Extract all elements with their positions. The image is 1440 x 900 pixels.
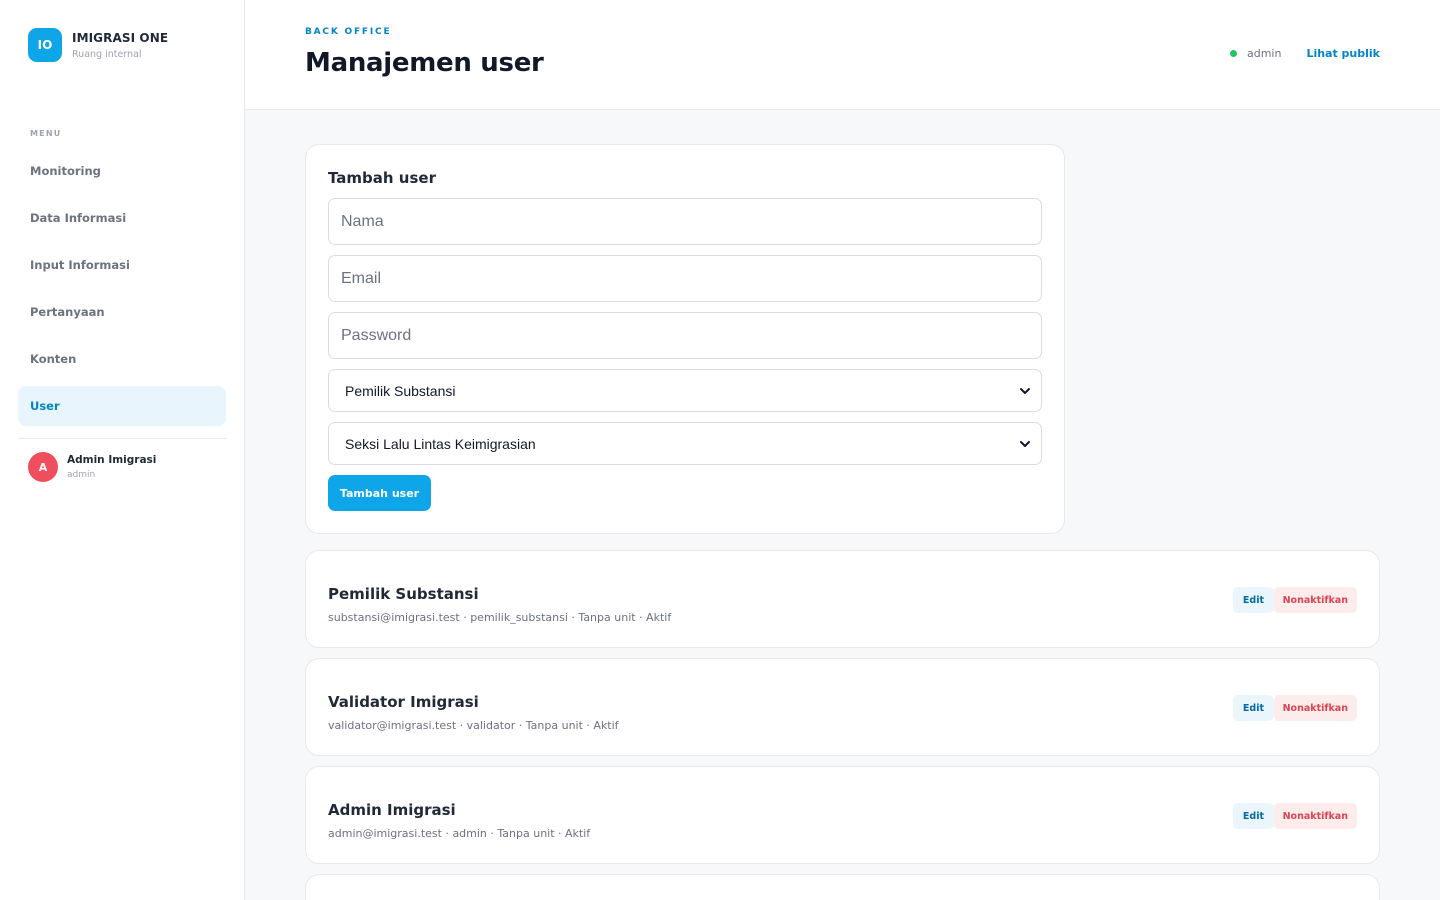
user-meta: validator@imigrasi.test · validator · Ta… [328,719,619,732]
view-public-link[interactable]: Lihat publik [1306,47,1380,60]
user-row: Pemilik Substansi substansi@imigrasi.tes… [305,550,1380,648]
user-meta: admin@imigrasi.test · admin · Tanpa unit… [328,827,591,840]
profile-text: Admin Imigrasi admin [67,454,156,480]
user-name: Pemilik Substansi [328,585,479,603]
edit-button[interactable]: Edit [1232,803,1274,829]
menu-label: MENU [30,129,62,138]
role-select[interactable]: Pemilik Substansi [328,369,1042,412]
user-name: Validator Imigrasi [328,693,479,711]
header-username: admin [1246,47,1282,60]
profile-name: Admin Imigrasi [67,454,157,466]
user-profile[interactable]: A Admin Imigrasi admin [28,452,156,482]
user-name: Admin Imigrasi [328,801,456,819]
chevron-down-icon [1020,440,1030,447]
deactivate-button[interactable]: Nonaktifkan [1273,803,1357,829]
sidebar-item-konten[interactable]: Konten [18,339,226,379]
brand-text: IMIGRASI ONE Ruang internal [72,31,168,60]
sidebar-item-data-informasi[interactable]: Data Informasi [18,198,226,238]
user-row: Admin Imigrasi admin@imigrasi.test · adm… [305,766,1380,864]
deactivate-button[interactable]: Nonaktifkan [1273,695,1357,721]
edit-button[interactable]: Edit [1232,695,1274,721]
add-user-form: Tambah user Pemilik Substansi Seksi Lalu… [305,144,1065,534]
role-select-value: Pemilik Substansi [345,382,456,399]
deactivate-button[interactable]: Nonaktifkan [1273,587,1357,613]
sidebar: IO IMIGRASI ONE Ruang internal MENU Moni… [0,0,245,900]
sidebar-divider [18,438,226,439]
user-row: Validator Imigrasi validator@imigrasi.te… [305,658,1380,756]
profile-role: admin [67,470,96,480]
user-meta: substansi@imigrasi.test · pemilik_substa… [328,611,672,624]
brand-title: IMIGRASI ONE [72,30,169,45]
unit-select[interactable]: Seksi Lalu Lintas Keimigrasian [328,422,1042,465]
brand-subtitle: Ruang internal [72,48,142,60]
email-input[interactable] [328,255,1042,302]
page-title: Manajemen user [305,48,544,78]
avatar: A [28,452,58,482]
brand[interactable]: IO IMIGRASI ONE Ruang internal [28,28,168,62]
form-title: Tambah user [328,169,436,187]
page-eyebrow: BACK OFFICE [305,27,392,37]
online-status-icon [1229,50,1237,57]
user-row [305,874,1380,900]
header-actions: admin Lihat publik [1229,47,1380,60]
sidebar-menu: Monitoring Data Informasi Input Informas… [18,151,226,433]
chevron-down-icon [1020,387,1030,394]
add-user-button[interactable]: Tambah user [328,475,431,511]
page-header: BACK OFFICE Manajemen user admin Lihat p… [245,0,1440,110]
sidebar-item-user[interactable]: User [18,386,226,426]
unit-select-value: Seksi Lalu Lintas Keimigrasian [345,435,536,452]
sidebar-item-pertanyaan[interactable]: Pertanyaan [18,292,226,332]
sidebar-item-monitoring[interactable]: Monitoring [18,151,226,191]
edit-button[interactable]: Edit [1232,587,1274,613]
brand-logo: IO [28,28,62,62]
name-input[interactable] [328,198,1042,245]
sidebar-item-input-informasi[interactable]: Input Informasi [18,245,226,285]
password-input[interactable] [328,312,1042,359]
